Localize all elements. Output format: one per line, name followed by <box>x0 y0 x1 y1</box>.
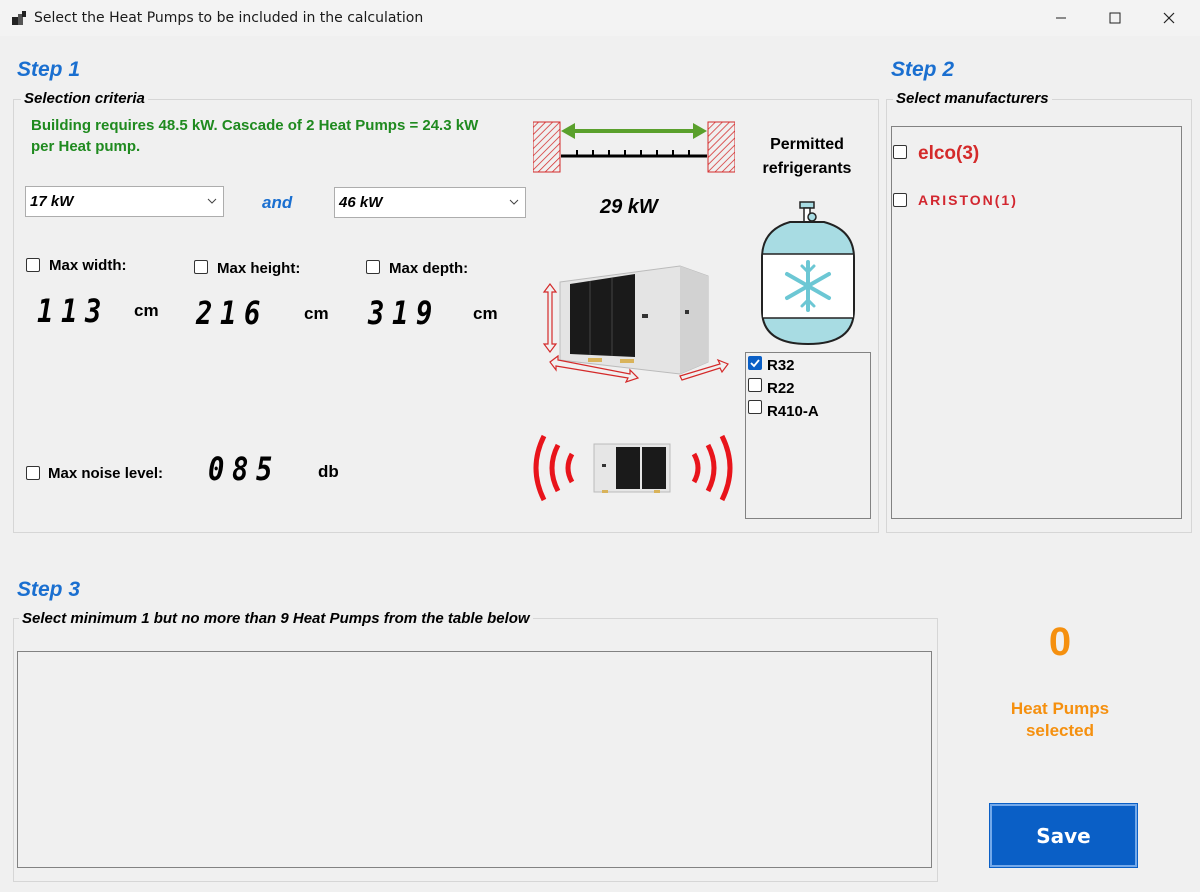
max-noise-label: Max noise level: <box>48 465 164 482</box>
selected-line-1: Heat Pumps <box>1010 699 1110 718</box>
refrigerant-tank-icon <box>761 201 855 346</box>
maximize-icon <box>1109 12 1121 24</box>
selected-count: 0 <box>1048 620 1072 664</box>
refrigerant-r32-label: R32 <box>767 357 795 374</box>
max-width-label: Max width: <box>49 257 127 274</box>
refrigerant-r32-checkbox[interactable] <box>748 356 762 370</box>
max-width-display[interactable]: 113 <box>37 292 109 330</box>
step1-title: Step 1 <box>17 58 81 81</box>
max-height-label: Max height: <box>217 260 301 277</box>
selected-line-2: selected <box>1025 721 1095 740</box>
power-range-value: 29 kW <box>600 196 658 218</box>
refrigerant-r410a-label: R410-A <box>767 403 819 420</box>
max-width-checkbox[interactable] <box>26 258 40 272</box>
title-bar: Select the Heat Pumps to be included in … <box>0 0 1200 36</box>
manufacturers-label: Select manufacturers <box>893 90 1052 107</box>
requirement-line-1: Building requires 48.5 kW. Cascade of 2 … <box>31 117 479 134</box>
save-button[interactable]: Save <box>990 804 1137 867</box>
min-power-select[interactable]: 17 kW <box>25 186 224 217</box>
minimize-button[interactable] <box>1034 0 1088 36</box>
manufacturers-list <box>891 126 1182 519</box>
close-icon <box>1163 12 1175 24</box>
manufacturer-ariston-checkbox[interactable] <box>893 193 907 207</box>
window-title: Select the Heat Pumps to be included in … <box>34 10 424 26</box>
heat-pumps-table[interactable] <box>17 651 932 868</box>
minimize-icon <box>1056 17 1066 19</box>
permitted-line-1: Permitted <box>770 136 844 153</box>
refrigerant-r22-checkbox[interactable] <box>748 378 762 392</box>
requirement-text: Building requires 48.5 kW. Cascade of 2 … <box>31 115 531 157</box>
and-label: and <box>262 193 293 212</box>
min-power-value: 17 kW <box>30 193 74 210</box>
maximize-button[interactable] <box>1088 0 1142 36</box>
app-icon <box>12 11 26 25</box>
max-height-checkbox[interactable] <box>194 260 208 274</box>
max-height-unit: cm <box>304 304 329 323</box>
manufacturer-ariston-label: ARISTON(1) <box>918 192 1018 208</box>
max-noise-checkbox[interactable] <box>26 466 40 480</box>
max-depth-unit: cm <box>473 304 498 323</box>
max-power-value: 46 kW <box>339 194 383 211</box>
heat-pump-icon <box>542 265 729 384</box>
max-width-unit: cm <box>134 301 159 320</box>
close-button[interactable] <box>1142 0 1196 36</box>
max-noise-display[interactable]: 085 <box>208 450 280 488</box>
permitted-refrigerants-label: Permitted refrigerants <box>752 133 862 181</box>
chevron-down-icon <box>509 199 519 205</box>
max-depth-label: Max depth: <box>389 260 469 277</box>
range-arrow-icon <box>533 121 735 173</box>
manufacturer-elco-label: elco(3) <box>918 143 980 164</box>
check-icon <box>750 359 760 368</box>
refrigerant-r22-label: R22 <box>767 380 795 397</box>
selection-criteria-label: Selection criteria <box>21 90 148 107</box>
refrigerants-list <box>745 352 871 519</box>
step3-title: Step 3 <box>17 578 81 601</box>
max-noise-unit: db <box>318 462 339 481</box>
max-power-select[interactable]: 46 kW <box>334 187 526 218</box>
noise-waves-icon <box>533 434 733 502</box>
selected-count-label: Heat Pumps selected <box>990 698 1130 742</box>
step2-title: Step 2 <box>891 58 955 81</box>
permitted-line-2: refrigerants <box>762 160 852 177</box>
max-depth-checkbox[interactable] <box>366 260 380 274</box>
max-height-display[interactable]: 216 <box>196 294 268 332</box>
manufacturer-elco-checkbox[interactable] <box>893 145 907 159</box>
chevron-down-icon <box>207 198 217 204</box>
heat-pumps-group-label: Select minimum 1 but no more than 9 Heat… <box>19 610 533 627</box>
refrigerant-r410a-checkbox[interactable] <box>748 400 762 414</box>
requirement-line-2: per Heat pump. <box>31 138 141 155</box>
max-depth-display[interactable]: 319 <box>368 294 440 332</box>
